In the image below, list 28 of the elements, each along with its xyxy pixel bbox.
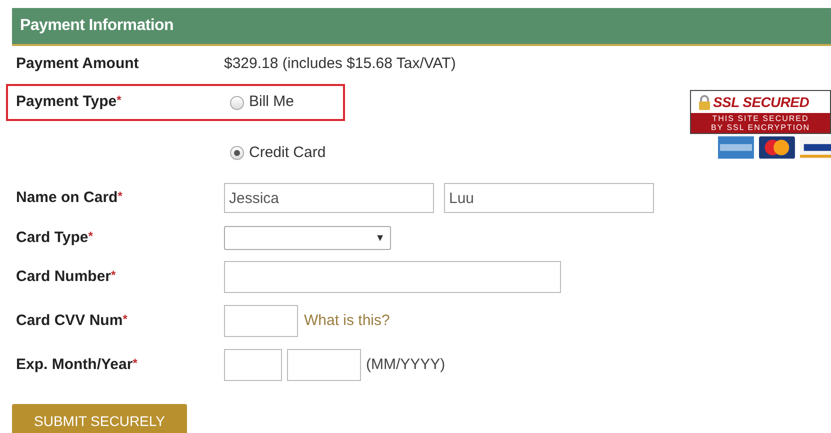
ssl-title: SSL SECURED [713, 92, 810, 112]
field-label: Card CVV Num* [16, 310, 128, 331]
cvv-input[interactable] [224, 305, 298, 337]
ssl-caption: THIS SITE SECURED [711, 114, 810, 123]
text-input[interactable]: Luu [444, 183, 654, 213]
field-label: Name on Card* [16, 188, 124, 208]
section-title: Payment Information [20, 16, 174, 36]
card-type-select[interactable]: ▼ [224, 226, 391, 250]
radio-option[interactable]: Bill Me [230, 91, 294, 114]
field-label: Payment Amount [16, 54, 140, 74]
month-input[interactable] [224, 349, 282, 381]
what-is-this-link[interactable]: What is this? [304, 310, 390, 332]
field-label: Exp. Month/Year* [16, 354, 138, 375]
format-hint: (MM/YYYY) [366, 354, 446, 375]
payment-amount: $329.18 (includes $15.68 Tax/VAT) [224, 54, 456, 74]
field-label: Payment Type* [16, 92, 122, 112]
padlock-icon [699, 94, 710, 110]
radio-button[interactable] [230, 146, 244, 160]
ssl-caption: BY SSL ENCRYPTION [710, 123, 812, 132]
card-number-input[interactable] [224, 261, 561, 293]
field-label: Card Number* [16, 266, 117, 287]
radio-option[interactable]: Credit Card [230, 142, 326, 164]
text-input[interactable]: Jessica [224, 183, 434, 213]
card-logo-icon [758, 136, 795, 159]
radio-button[interactable] [230, 96, 244, 110]
year-input[interactable] [287, 349, 361, 381]
card-logo-icon [718, 136, 754, 159]
field-label: Card Type* [16, 228, 94, 248]
